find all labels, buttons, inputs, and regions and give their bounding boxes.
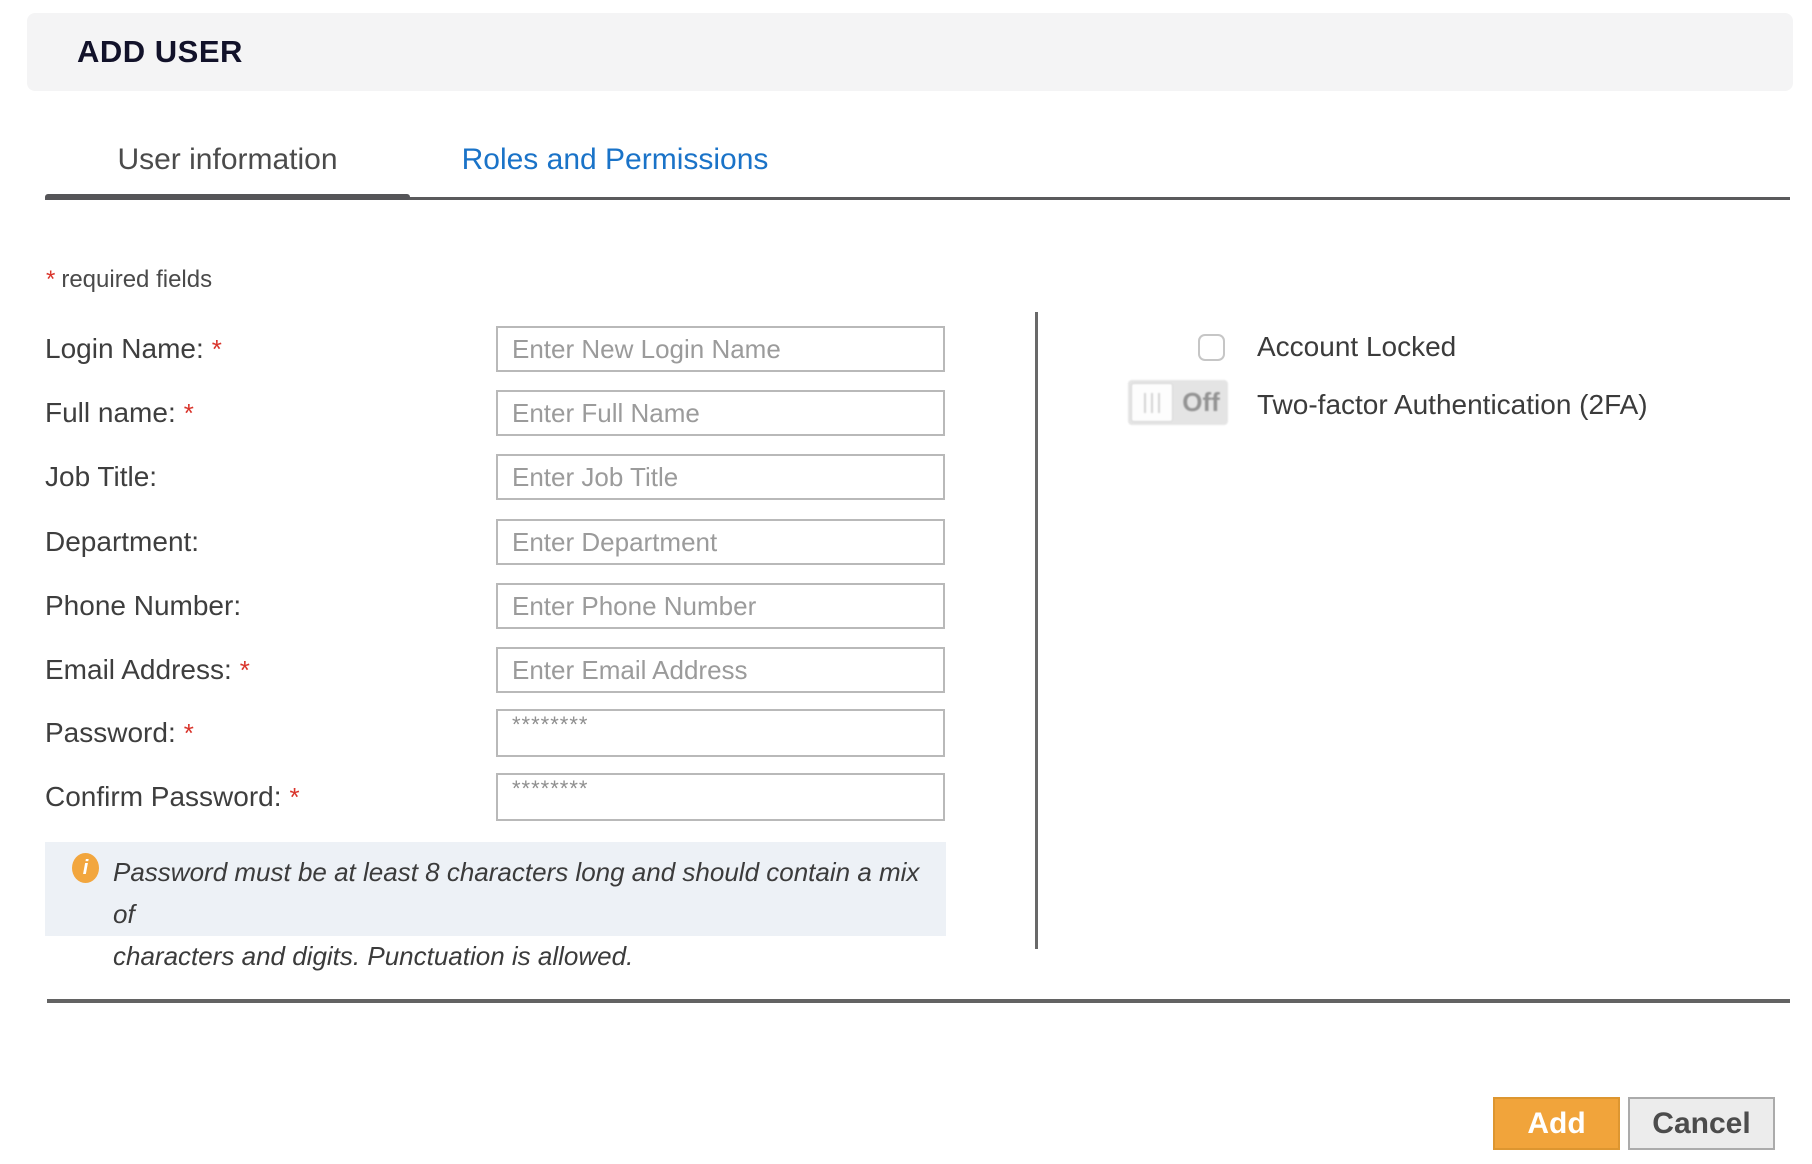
job-title-input[interactable] xyxy=(496,454,945,500)
full-name-label: Full name:* xyxy=(45,397,194,429)
vertical-divider xyxy=(1035,312,1038,949)
form-row-email-address: Email Address:* xyxy=(45,647,945,693)
form-row-login-name: Login Name:* xyxy=(45,326,945,372)
bottom-divider xyxy=(47,999,1790,1003)
required-asterisk: * xyxy=(184,718,194,748)
tab-user-information[interactable]: User information xyxy=(45,128,410,192)
required-asterisk: * xyxy=(240,655,250,685)
account-locked-label: Account Locked xyxy=(1257,331,1456,363)
confirm-password-input[interactable] xyxy=(496,773,945,821)
two-factor-toggle[interactable]: Off xyxy=(1128,380,1228,425)
account-locked-checkbox[interactable] xyxy=(1198,334,1225,361)
info-icon: i xyxy=(72,853,99,883)
form-row-password: Password:* xyxy=(45,709,945,757)
required-fields-note: *required fields xyxy=(46,266,212,294)
password-info-box: i Password must be at least 8 characters… xyxy=(45,842,946,936)
required-asterisk: * xyxy=(46,266,55,293)
confirm-password-label: Confirm Password:* xyxy=(45,781,300,813)
page-title: ADD USER xyxy=(77,34,243,70)
add-button[interactable]: Add xyxy=(1493,1097,1620,1150)
form-row-department: Department: xyxy=(45,519,945,565)
password-info-line2: characters and digits. Punctuation is al… xyxy=(113,935,946,977)
department-input[interactable] xyxy=(496,519,945,565)
page-header: ADD USER xyxy=(27,13,1793,91)
password-input[interactable] xyxy=(496,709,945,757)
required-asterisk: * xyxy=(184,398,194,428)
two-factor-label: Two-factor Authentication (2FA) xyxy=(1257,389,1648,421)
password-label: Password:* xyxy=(45,717,194,749)
form-row-full-name: Full name:* xyxy=(45,390,945,436)
required-asterisk: * xyxy=(212,334,222,364)
tab-user-information-label: User information xyxy=(117,143,337,177)
phone-number-input[interactable] xyxy=(496,583,945,629)
password-info-text: Password must be at least 8 characters l… xyxy=(113,851,946,977)
form-row-phone-number: Phone Number: xyxy=(45,583,945,629)
toggle-handle-icon xyxy=(1131,383,1173,422)
cancel-button[interactable]: Cancel xyxy=(1628,1097,1775,1150)
full-name-input[interactable] xyxy=(496,390,945,436)
job-title-label: Job Title: xyxy=(45,461,157,493)
login-name-input[interactable] xyxy=(496,326,945,372)
required-fields-text: required fields xyxy=(61,266,212,293)
login-name-label: Login Name:* xyxy=(45,333,222,365)
email-address-input[interactable] xyxy=(496,647,945,693)
active-tab-underline xyxy=(45,194,410,200)
form-row-job-title: Job Title: xyxy=(45,454,945,500)
required-asterisk: * xyxy=(290,782,300,812)
email-address-label: Email Address:* xyxy=(45,654,250,686)
tab-roles-permissions-label: Roles and Permissions xyxy=(462,143,769,177)
tab-roles-permissions[interactable]: Roles and Permissions xyxy=(420,128,810,192)
two-factor-toggle-state: Off xyxy=(1176,380,1226,425)
phone-number-label: Phone Number: xyxy=(45,590,241,622)
form-row-confirm-password: Confirm Password:* xyxy=(45,773,945,821)
password-info-line1: Password must be at least 8 characters l… xyxy=(113,851,946,935)
department-label: Department: xyxy=(45,526,199,558)
